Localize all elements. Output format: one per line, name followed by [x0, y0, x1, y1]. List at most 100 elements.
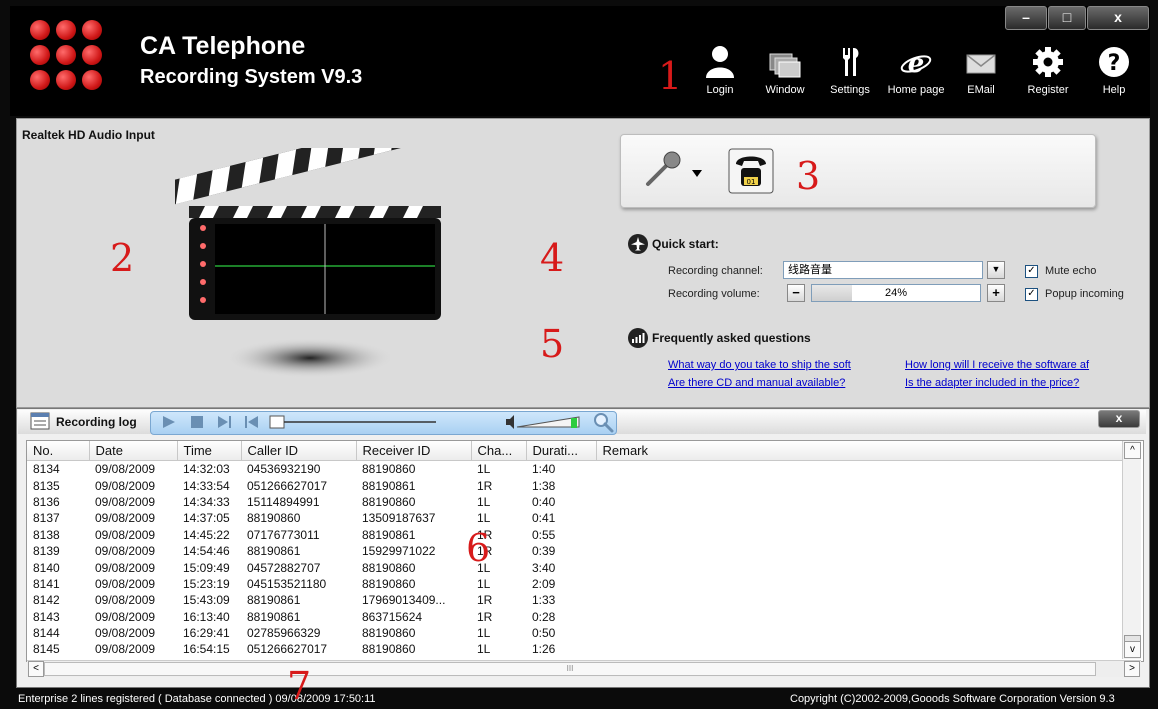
log-close-button[interactable]: x	[1098, 410, 1140, 428]
column-header[interactable]: Time	[177, 441, 242, 461]
column-header[interactable]: Date	[89, 441, 178, 461]
playback-volume-slider[interactable]	[505, 413, 583, 431]
table-row[interactable]: 8139 09/08/2009 14:54:46 88190861 1592997102…	[27, 543, 1123, 559]
signal-bars-icon	[628, 328, 648, 348]
mute-echo-label: Mute echo	[1045, 265, 1097, 277]
scroll-down-button[interactable]: v	[1124, 641, 1141, 658]
horizontal-scroll-thumb[interactable]: III	[44, 662, 1096, 676]
table-cell: 07176773011	[247, 527, 320, 542]
telephone-icon[interactable]: 01	[728, 148, 774, 194]
faq-link-shipping[interactable]: What way do you take to ship the soft	[668, 359, 851, 371]
table-cell: 88190860	[362, 560, 416, 575]
table-cell: 15929971022	[362, 544, 436, 559]
column-header[interactable]: Cha...	[471, 441, 527, 461]
help-button[interactable]: ? Help	[1086, 40, 1142, 100]
recording-channel-select[interactable]: 线路音量	[783, 261, 983, 279]
login-label: Login	[706, 84, 734, 96]
table-row[interactable]: 8137 09/08/2009 14:37:05 88190860 1350918763…	[27, 510, 1123, 526]
table-cell: 15:43:09	[183, 593, 230, 608]
table-row[interactable]: 8141 09/08/2009 15:23:19 045153521180 881908…	[27, 576, 1123, 592]
column-header[interactable]: No.	[27, 441, 90, 461]
maximize-button[interactable]: □	[1048, 6, 1086, 30]
column-header[interactable]: Remark	[596, 441, 1123, 461]
table-cell: 051266627017	[247, 642, 328, 657]
table-row[interactable]: 8144 09/08/2009 16:29:41 02785966329 8819086…	[27, 625, 1123, 641]
faq-title: Frequently asked questions	[652, 331, 811, 345]
window-icon	[769, 53, 801, 78]
volume-increase-button[interactable]: +	[987, 284, 1005, 302]
table-cell: 8134	[33, 462, 60, 477]
scroll-left-button[interactable]: <	[28, 661, 44, 677]
help-icon: ?	[1099, 47, 1129, 77]
table-cell: 1L	[477, 494, 491, 509]
settings-button[interactable]: Settings	[822, 40, 878, 100]
table-row[interactable]: 8142 09/08/2009 15:43:09 88190861 1796901340…	[27, 592, 1123, 608]
table-cell	[596, 609, 1123, 625]
table-cell: 16:29:41	[183, 626, 230, 641]
table-row[interactable]: 8143 09/08/2009 16:13:40 88190861 863715624 1…	[27, 609, 1123, 625]
faq-link-delivery-time[interactable]: How long will I receive the software af	[905, 359, 1089, 371]
table-cell: 09/08/2009	[95, 478, 156, 493]
annotation-7: 7	[287, 664, 312, 708]
table-cell	[596, 477, 1123, 493]
window-label: Window	[765, 84, 805, 96]
table-row[interactable]: 8136 09/08/2009 14:34:33 15114894991 8819086…	[27, 494, 1123, 510]
log-window-icon	[30, 412, 50, 430]
table-cell: 88190860	[362, 626, 416, 641]
microphone-icon[interactable]	[642, 150, 682, 190]
table-cell: 0:39	[532, 544, 556, 559]
help-label: Help	[1102, 84, 1126, 96]
close-button[interactable]: x	[1087, 6, 1149, 30]
minimize-button[interactable]: –	[1005, 6, 1047, 30]
table-cell: 09/08/2009	[95, 560, 156, 575]
table-row[interactable]: 8135 09/08/2009 14:33:54 051266627017 881908…	[27, 477, 1123, 493]
column-header[interactable]: Caller ID	[241, 441, 357, 461]
recording-volume-bar[interactable]: 24%	[811, 284, 981, 302]
table-cell: 09/08/2009	[95, 576, 156, 591]
previous-track-icon[interactable]	[244, 416, 258, 428]
volume-fill	[812, 285, 853, 301]
table-row[interactable]: 8134 09/08/2009 14:32:03 04536932190 8819086…	[27, 461, 1123, 478]
next-track-icon[interactable]	[218, 416, 232, 428]
play-icon[interactable]	[162, 416, 176, 428]
table-cell: 8136	[33, 494, 60, 509]
table-cell: 8142	[33, 593, 60, 608]
email-button[interactable]: EMail	[953, 40, 1009, 100]
table-cell: 88190861	[247, 593, 301, 608]
table-row[interactable]: 8140 09/08/2009 15:09:49 04572882707 8819086…	[27, 559, 1123, 575]
table-cell: 15114894991	[247, 494, 320, 509]
table-cell: 863715624	[362, 609, 423, 624]
table-cell	[596, 543, 1123, 559]
recording-log-table: No. Date Time Caller ID Receiver ID Cha... Dur…	[26, 440, 1144, 662]
table-cell: 1R	[477, 609, 493, 624]
table-cell	[596, 527, 1123, 543]
playback-progress-slider[interactable]	[268, 414, 438, 430]
search-icon[interactable]	[592, 411, 614, 433]
vertical-scrollbar[interactable]: ^ v	[1122, 441, 1141, 659]
register-button[interactable]: Register	[1020, 40, 1076, 100]
column-header[interactable]: Receiver ID	[356, 441, 472, 461]
table-cell: 3:40	[532, 560, 556, 575]
stop-icon[interactable]	[191, 416, 203, 428]
table-row[interactable]: 8138 09/08/2009 14:45:22 07176773011 8819086…	[27, 527, 1123, 543]
faq-link-cd-manual[interactable]: Are there CD and manual available?	[668, 377, 845, 389]
volume-decrease-button[interactable]: −	[787, 284, 805, 302]
login-icon	[706, 46, 734, 78]
horizontal-scrollbar[interactable]: < III >	[27, 660, 1141, 677]
popup-incoming-checkbox[interactable]: ✓	[1025, 288, 1038, 301]
channel-dropdown-button[interactable]: ▼	[987, 261, 1005, 279]
table-cell: 14:54:46	[183, 544, 230, 559]
homepage-label: Home page	[887, 84, 945, 96]
scroll-up-button[interactable]: ^	[1124, 442, 1141, 459]
chevron-down-icon[interactable]	[692, 170, 702, 178]
table-cell: 045153521180	[247, 576, 327, 591]
window-button[interactable]: Window	[757, 40, 813, 100]
login-button[interactable]: Login	[692, 40, 748, 100]
table-cell: 8145	[33, 642, 60, 657]
table-row[interactable]: 8145 09/08/2009 16:54:15 051266627017 881908…	[27, 641, 1123, 657]
scroll-right-button[interactable]: >	[1124, 661, 1140, 677]
column-header[interactable]: Durati...	[526, 441, 597, 461]
homepage-button[interactable]: e Home page	[885, 40, 947, 100]
faq-link-adapter[interactable]: Is the adapter included in the price?	[905, 377, 1079, 389]
mute-echo-checkbox[interactable]: ✓	[1025, 265, 1038, 278]
